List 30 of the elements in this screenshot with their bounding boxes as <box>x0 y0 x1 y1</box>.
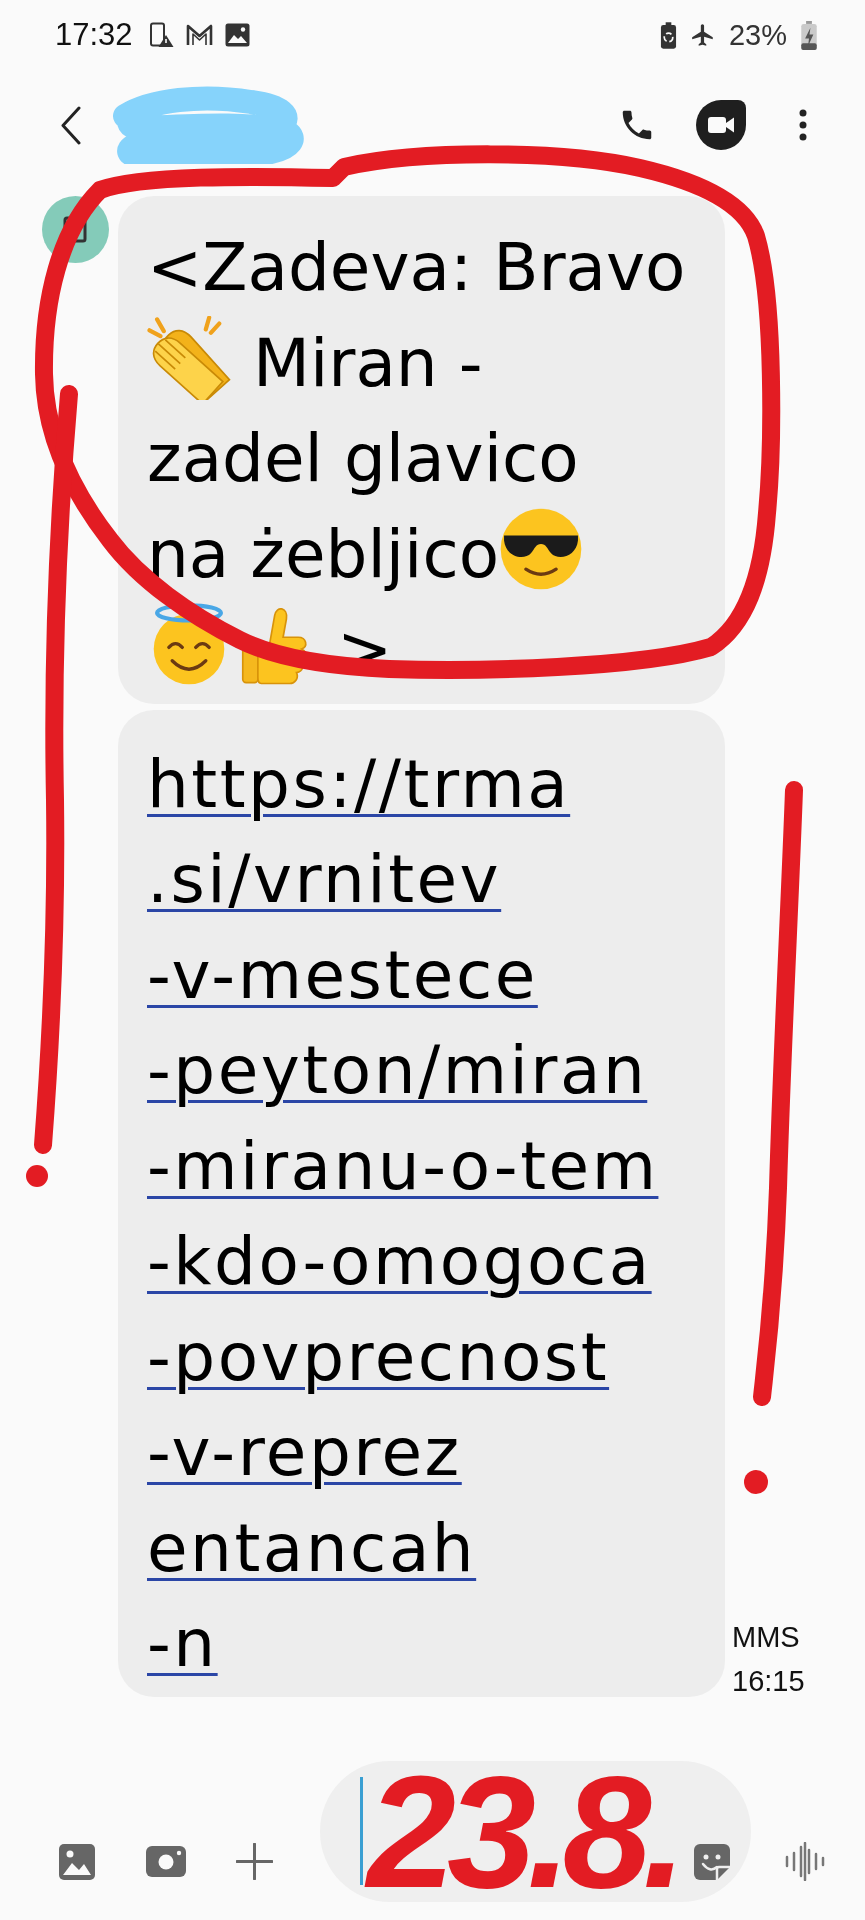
gallery-icon[interactable] <box>58 1843 96 1881</box>
video-call-icon[interactable] <box>696 100 746 150</box>
clapping-hands-icon <box>147 315 231 400</box>
avatar-icon <box>42 196 109 263</box>
message-type-label: MMS <box>732 1619 801 1655</box>
annotation-dot <box>26 1165 48 1187</box>
message-text: Miran - <box>253 324 483 402</box>
sunglasses-face-icon <box>499 506 584 591</box>
camera-icon[interactable] <box>146 1846 186 1877</box>
text-cursor-icon <box>360 1777 363 1885</box>
status-time: 17:32 <box>55 17 133 53</box>
airplane-icon <box>689 22 716 48</box>
message-time: 16:15 <box>732 1663 805 1699</box>
message-input[interactable]: 23.8. <box>320 1761 751 1902</box>
message-text: na żebljico <box>147 515 500 593</box>
voice-wave-icon[interactable] <box>785 1842 825 1881</box>
battery-percent: 23% <box>728 18 787 52</box>
battery-charging-icon <box>800 20 818 50</box>
image-icon <box>224 23 250 47</box>
message-text: zadel glavico <box>147 420 579 497</box>
message-link[interactable]: https://trma .si/vrnitev -v-mestece -peyton/miran -miranu-o-tem -kdo-omogoca -povprecnost -v-reprez entancah -n <box>147 736 659 1692</box>
m-logo-icon <box>185 23 213 47</box>
phone-warning-icon <box>147 22 174 48</box>
battery-recycle-icon <box>659 21 677 49</box>
sticker-icon[interactable] <box>693 1843 731 1881</box>
annotation-dot <box>744 1470 768 1494</box>
message-text: <Zadeva: Bravo <box>147 229 686 306</box>
back-icon[interactable] <box>60 105 81 145</box>
plus-icon[interactable] <box>236 1843 273 1880</box>
more-options-icon[interactable] <box>797 109 809 141</box>
